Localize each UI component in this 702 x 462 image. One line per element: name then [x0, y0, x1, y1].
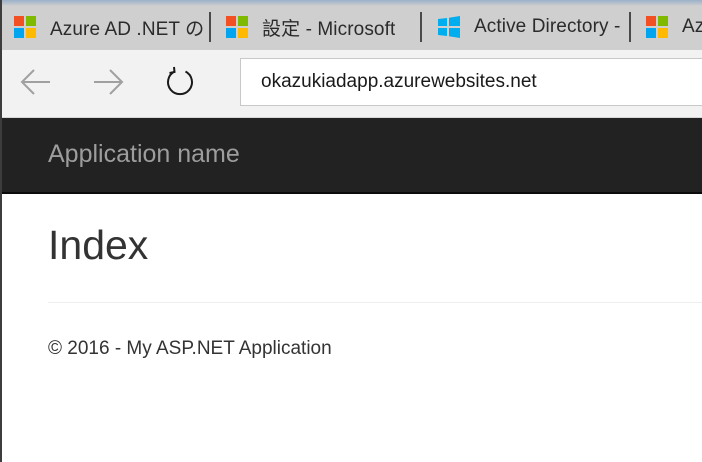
forward-button[interactable] [88, 62, 128, 102]
footer-text: © 2016 - My ASP.NET Application [48, 338, 332, 359]
refresh-button[interactable] [160, 62, 200, 102]
tab-separator [420, 12, 422, 42]
microsoft-logo-icon [226, 16, 248, 38]
url-input[interactable] [261, 71, 681, 93]
tab-label: 設定 - Microsoft [262, 18, 396, 40]
brand-link[interactable]: Application name [48, 140, 240, 169]
tab-active-directory[interactable]: Active Directory - [426, 8, 620, 46]
tab-azure[interactable]: Az [634, 8, 702, 46]
tab-separator [629, 12, 631, 42]
back-button[interactable] [16, 62, 56, 102]
back-arrow-icon [20, 69, 50, 95]
tab-strip: Azure AD .NET の 設定 - Microsoft Active Di… [2, 0, 702, 50]
tab-label: Active Directory - [474, 16, 620, 37]
browser-window: Azure AD .NET の 設定 - Microsoft Active Di… [2, 0, 702, 462]
tab-settings-microsoft[interactable]: 設定 - Microsoft [214, 8, 418, 46]
tab-label: Az [682, 16, 702, 37]
browser-toolbar [2, 50, 702, 118]
windows-logo-icon [438, 16, 460, 38]
microsoft-logo-icon [646, 16, 668, 38]
microsoft-logo-icon [14, 16, 36, 38]
page-title: Index [48, 222, 149, 268]
address-bar[interactable] [240, 58, 702, 106]
tab-strip-border [2, 0, 702, 6]
tab-azure-ad-net[interactable]: Azure AD .NET の [2, 8, 208, 46]
refresh-icon [167, 66, 193, 96]
tab-separator [209, 12, 211, 42]
app-navbar: Application name [2, 118, 702, 194]
divider [48, 302, 702, 303]
tab-label: Azure AD .NET の [50, 18, 205, 40]
forward-arrow-icon [94, 69, 124, 95]
